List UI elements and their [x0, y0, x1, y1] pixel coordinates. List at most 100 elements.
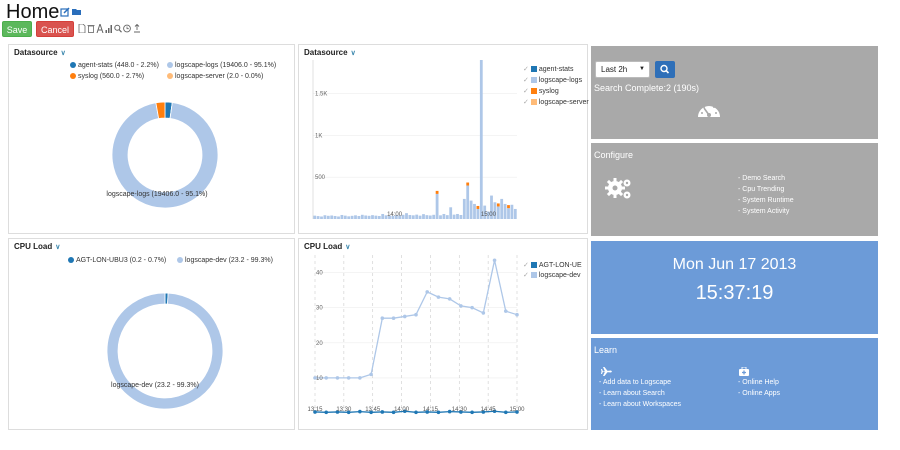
bar[interactable] — [320, 216, 323, 219]
bar[interactable] — [476, 208, 480, 219]
bar-syslog[interactable] — [507, 205, 510, 209]
legend-item[interactable]: ✓ logscape-server — [523, 98, 589, 106]
legend-item[interactable]: syslog (560.0 - 2.7%) — [70, 73, 144, 80]
data-point[interactable] — [503, 309, 508, 313]
legend-item[interactable]: ✓ logscape-dev — [523, 271, 581, 279]
bar[interactable] — [333, 215, 337, 219]
data-point[interactable] — [459, 304, 463, 308]
bar[interactable] — [367, 215, 371, 219]
data-point[interactable] — [436, 295, 441, 299]
bar[interactable] — [507, 208, 510, 219]
legend-item[interactable]: ✓ logscape-logs — [523, 76, 582, 84]
bar[interactable] — [326, 215, 330, 219]
bar[interactable] — [347, 216, 351, 219]
bar[interactable] — [350, 215, 354, 219]
legend-item[interactable]: AGT-LON-UBU3 (0.2 - 0.7%) — [68, 257, 166, 264]
bar[interactable] — [456, 213, 459, 219]
learn-link-search[interactable]: - Learn about Search — [599, 390, 665, 397]
bar[interactable] — [411, 215, 415, 219]
bar[interactable] — [442, 213, 446, 219]
data-point[interactable] — [324, 376, 329, 380]
bar[interactable] — [473, 203, 476, 219]
font-icon[interactable] — [96, 24, 104, 33]
bar[interactable] — [432, 214, 436, 219]
learn-link-online-apps[interactable]: - Online Apps — [738, 390, 780, 397]
bar[interactable] — [337, 216, 340, 219]
bar[interactable] — [500, 198, 504, 219]
bar[interactable] — [377, 215, 381, 219]
search-button[interactable] — [655, 61, 675, 78]
file-icon[interactable] — [78, 24, 86, 33]
legend-item[interactable]: ✓ agent-stats — [523, 65, 574, 73]
learn-link-workspaces[interactable]: - Learn about Workspaces — [599, 401, 681, 408]
bar[interactable] — [513, 208, 517, 219]
bar[interactable] — [422, 214, 425, 219]
data-point[interactable] — [335, 376, 340, 380]
chevron-down-icon[interactable]: ∨ — [61, 50, 66, 57]
bar[interactable] — [340, 214, 344, 219]
cancel-button[interactable]: Cancel — [36, 21, 74, 37]
search-icon[interactable] — [114, 24, 122, 33]
chevron-down-icon[interactable]: ∨ — [55, 244, 60, 251]
trash-icon[interactable] — [87, 24, 95, 33]
data-point[interactable] — [358, 376, 362, 380]
bar[interactable] — [428, 215, 432, 219]
data-point[interactable] — [414, 410, 418, 415]
data-point[interactable] — [380, 316, 385, 320]
bar[interactable] — [466, 185, 470, 219]
bar[interactable] — [381, 213, 385, 219]
data-point[interactable] — [503, 410, 508, 415]
data-point[interactable] — [358, 409, 362, 414]
data-point[interactable] — [447, 297, 452, 301]
bar[interactable] — [401, 214, 405, 219]
legend-item[interactable]: logscape-dev (23.2 - 99.3%) — [177, 257, 273, 264]
bar-chart-icon[interactable] — [105, 24, 113, 33]
data-point[interactable] — [470, 410, 474, 415]
series-line-logscape-dev[interactable] — [315, 260, 518, 379]
data-point[interactable] — [470, 305, 474, 310]
bar[interactable] — [435, 193, 439, 219]
legend-item[interactable]: logscape-logs (19406.0 - 95.1%) — [167, 62, 276, 69]
data-point[interactable] — [481, 311, 486, 315]
bar[interactable] — [452, 214, 456, 219]
bar[interactable] — [510, 204, 514, 219]
bar[interactable] — [405, 213, 408, 219]
dashboard-gauge-icon[interactable] — [696, 99, 722, 125]
data-point[interactable] — [369, 372, 373, 377]
bar[interactable] — [496, 206, 500, 219]
bar[interactable] — [360, 214, 364, 219]
legend-item[interactable]: agent-stats (448.0 - 2.2%) — [70, 62, 159, 69]
bar[interactable] — [313, 215, 317, 219]
data-point[interactable] — [346, 376, 351, 380]
pie-slice-logscape-dev[interactable] — [106, 292, 224, 410]
bar[interactable] — [374, 215, 378, 219]
legend-item[interactable]: ✓ AGT-LON-UE — [523, 261, 582, 269]
configure-link-demo-search[interactable]: - Demo Search — [738, 175, 785, 182]
bar[interactable] — [418, 215, 422, 219]
bar[interactable] — [323, 215, 327, 219]
legend-item[interactable]: ✓ syslog — [523, 87, 559, 95]
data-point[interactable] — [492, 258, 497, 263]
configure-link-system-activity[interactable]: - System Activity — [738, 208, 789, 215]
bar[interactable] — [459, 214, 463, 219]
cogs-icon[interactable] — [604, 176, 634, 202]
time-range-select[interactable]: Last 2h ▼ — [595, 61, 650, 78]
configure-link-system-runtime[interactable]: - System Runtime — [738, 197, 794, 204]
data-point[interactable] — [515, 312, 519, 317]
bar[interactable] — [445, 215, 449, 219]
data-point[interactable] — [402, 314, 407, 319]
bar-syslog[interactable] — [466, 182, 470, 186]
configure-link-cpu-trending[interactable]: - Cpu Trending — [738, 186, 784, 193]
learn-link-online-help[interactable]: - Online Help — [738, 379, 779, 386]
bar[interactable] — [439, 215, 442, 219]
clock-icon[interactable] — [123, 24, 131, 33]
bar[interactable] — [354, 215, 357, 219]
bar[interactable] — [425, 215, 429, 219]
bar[interactable] — [316, 216, 320, 219]
bar[interactable] — [415, 214, 419, 219]
data-point[interactable] — [380, 410, 385, 414]
bar[interactable] — [469, 200, 473, 219]
bar[interactable] — [479, 60, 483, 219]
data-point[interactable] — [324, 410, 329, 415]
bar[interactable] — [364, 215, 368, 219]
